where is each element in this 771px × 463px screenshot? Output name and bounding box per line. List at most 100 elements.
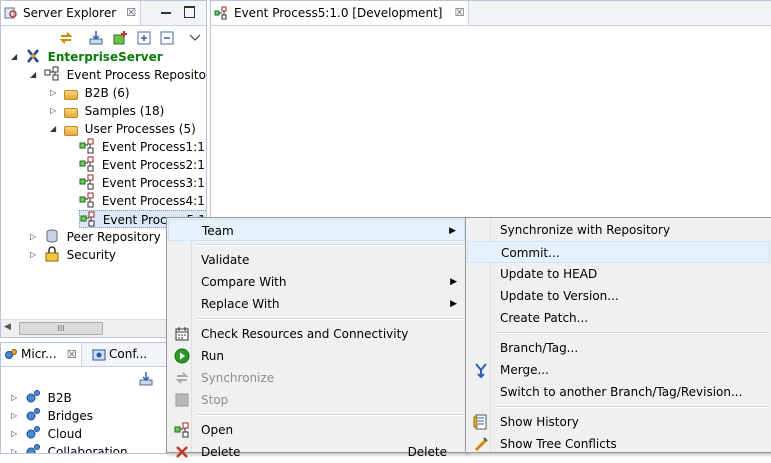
- collapsed-twisty-icon[interactable]: ▷: [50, 84, 60, 102]
- tree-node-user-processes[interactable]: ◢ User Processes (5): [50, 120, 196, 138]
- scroll-left-icon[interactable]: ◀: [4, 322, 11, 332]
- menu-item-label: Commit...: [501, 246, 560, 260]
- tree-node-b2b[interactable]: ▷ B2B (6): [50, 84, 130, 102]
- menu-separator: [197, 244, 464, 246]
- tree-node-label: Cloud: [47, 427, 82, 441]
- tree-node-event-process-repository[interactable]: ◢ Event Process Repository (: [30, 66, 206, 84]
- server-explorer-tabbar: Server Explorer ☒: [1, 1, 206, 26]
- tree-node-samples[interactable]: ▷ Samples (18): [50, 102, 164, 120]
- menu-item-open[interactable]: Open: [168, 419, 465, 441]
- tree-node-peer-repository[interactable]: ▷ Peer Repository: [30, 228, 161, 246]
- event-process-icon: [214, 6, 227, 20]
- repository-icon: [44, 66, 59, 81]
- expand-all-icon[interactable]: [136, 30, 152, 46]
- event-process-icon: [174, 422, 189, 438]
- menu-item-commit[interactable]: Commit...: [467, 241, 770, 263]
- menu-item-update-to-head[interactable]: Update to HEAD: [467, 263, 770, 285]
- menu-item-label: Update to Version...: [500, 289, 619, 303]
- collapsed-twisty-icon[interactable]: ▷: [50, 102, 60, 120]
- close-icon[interactable]: ☒: [455, 1, 465, 25]
- menu-item-run[interactable]: Run: [168, 345, 465, 367]
- tree-node-event-process-3[interactable]: Event Process3:1.0: [79, 174, 206, 192]
- tree-node-b2b-category[interactable]: ▷ B2B: [11, 389, 72, 407]
- scroll-thumb[interactable]: III: [19, 322, 103, 335]
- collapsed-twisty-icon[interactable]: ▷: [11, 425, 21, 443]
- link-editor-icon[interactable]: [58, 30, 74, 46]
- calendar-check-icon: [175, 327, 189, 341]
- tree-node-label: B2B: [47, 391, 72, 405]
- menu-item-label: Create Patch...: [500, 311, 589, 325]
- configuration-icon: [92, 349, 106, 361]
- tab-configuration[interactable]: Conf...: [89, 343, 167, 366]
- collapsed-twisty-icon[interactable]: ▷: [30, 246, 40, 264]
- menu-item-check-resources[interactable]: Check Resources and Connectivity: [168, 323, 465, 345]
- menu-item-merge[interactable]: Merge...: [467, 359, 770, 381]
- menu-item-show-history[interactable]: Show History: [467, 411, 770, 433]
- import-icon[interactable]: [138, 371, 154, 387]
- delete-icon: [176, 446, 188, 458]
- tree-conflicts-icon: [474, 437, 488, 452]
- menu-item-update-to-version[interactable]: Update to Version...: [467, 285, 770, 307]
- close-icon[interactable]: ☒: [126, 1, 136, 25]
- tree-node-event-process-1[interactable]: Event Process1:1.0: [79, 138, 206, 156]
- menu-item-delete[interactable]: Delete Delete: [168, 441, 465, 463]
- tab-event-process-5[interactable]: Event Process5:1.0 [Development] ☒: [211, 1, 470, 25]
- database-icon: [46, 229, 58, 243]
- menu-item-create-patch[interactable]: Create Patch...: [467, 307, 770, 329]
- menu-item-label: Merge...: [500, 363, 549, 377]
- tree-node-label: B2B (6): [84, 86, 130, 100]
- menu-item-replace-with[interactable]: Replace With ▶: [168, 293, 465, 315]
- view-menu-icon[interactable]: [187, 30, 203, 46]
- tree-node-collaboration[interactable]: ▷ Collaboration: [11, 443, 128, 454]
- minimize-button[interactable]: [161, 12, 171, 14]
- server-explorer-toolbar: [1, 26, 206, 50]
- tab-server-explorer[interactable]: Server Explorer ☒: [1, 1, 142, 25]
- context-menu: Team ▶ Validate Compare With ▶ Replace W…: [166, 217, 467, 459]
- team-submenu: Synchronize with Repository Commit... Up…: [465, 217, 771, 453]
- import-icon[interactable]: [88, 30, 104, 46]
- editor-tabbar: Event Process5:1.0 [Development] ☒: [211, 1, 771, 26]
- expanded-twisty-icon[interactable]: ◢: [50, 120, 60, 138]
- gears-icon: [26, 444, 40, 453]
- tree-node-event-process-4[interactable]: Event Process4:1.0: [79, 192, 207, 210]
- delete-shortcut: Delete: [407, 445, 447, 459]
- history-icon: [473, 414, 487, 430]
- menu-item-switch-branch[interactable]: Switch to another Branch/Tag/Revision...: [467, 381, 770, 403]
- tree-node-label: Collaboration: [47, 445, 128, 454]
- menu-item-synchronize-with-repository[interactable]: Synchronize with Repository: [467, 219, 770, 241]
- tree-node-bridges[interactable]: ▷ Bridges: [11, 407, 93, 425]
- menu-item-label: Compare With: [201, 275, 287, 289]
- menu-item-validate[interactable]: Validate: [168, 249, 465, 271]
- menu-item-label: Validate: [201, 253, 250, 267]
- maximize-button[interactable]: [184, 6, 195, 18]
- tree-node-security[interactable]: ▷ Security: [30, 246, 116, 264]
- folder-icon: [63, 90, 78, 100]
- event-process-icon: [79, 192, 94, 208]
- menu-item-compare-with[interactable]: Compare With ▶: [168, 271, 465, 293]
- expanded-twisty-icon[interactable]: ◢: [11, 48, 21, 66]
- tab-microservices[interactable]: Micr... ☒: [1, 343, 82, 366]
- menu-separator: [197, 414, 464, 416]
- collapsed-twisty-icon[interactable]: ▷: [11, 407, 21, 425]
- tree-node-label: Event Process4:1.0: [101, 194, 207, 208]
- tree-node-event-process-2[interactable]: Event Process2:1.0: [79, 156, 206, 174]
- menu-item-label: Synchronize with Repository: [500, 223, 671, 237]
- tree-node-label: Security: [66, 248, 116, 262]
- tree-node-label: Samples (18): [84, 104, 165, 118]
- close-icon[interactable]: ☒: [67, 343, 77, 366]
- menu-item-label: Show History: [500, 415, 579, 429]
- menu-item-branch-tag[interactable]: Branch/Tag...: [467, 337, 770, 359]
- merge-icon: [475, 363, 487, 378]
- menu-item-team[interactable]: Team ▶: [168, 219, 465, 241]
- bottom-left-panel: Micr... ☒ Conf... ▷ B2B ▷ Bridges ▷ Clou…: [0, 342, 168, 454]
- new-server-icon[interactable]: [112, 30, 128, 46]
- collapsed-twisty-icon[interactable]: ▷: [30, 228, 40, 246]
- expanded-twisty-icon[interactable]: ◢: [30, 66, 40, 84]
- bottom-tabbar: Micr... ☒ Conf...: [1, 343, 167, 367]
- collapsed-twisty-icon[interactable]: ▷: [11, 389, 21, 407]
- tree-node-enterprise-server[interactable]: ◢ EnterpriseServer: [11, 48, 163, 66]
- tree-node-cloud[interactable]: ▷ Cloud: [11, 425, 82, 443]
- collapsed-twisty-icon[interactable]: ▷: [11, 443, 21, 453]
- security-lock-icon: [45, 246, 59, 262]
- collapse-all-icon[interactable]: [159, 30, 175, 46]
